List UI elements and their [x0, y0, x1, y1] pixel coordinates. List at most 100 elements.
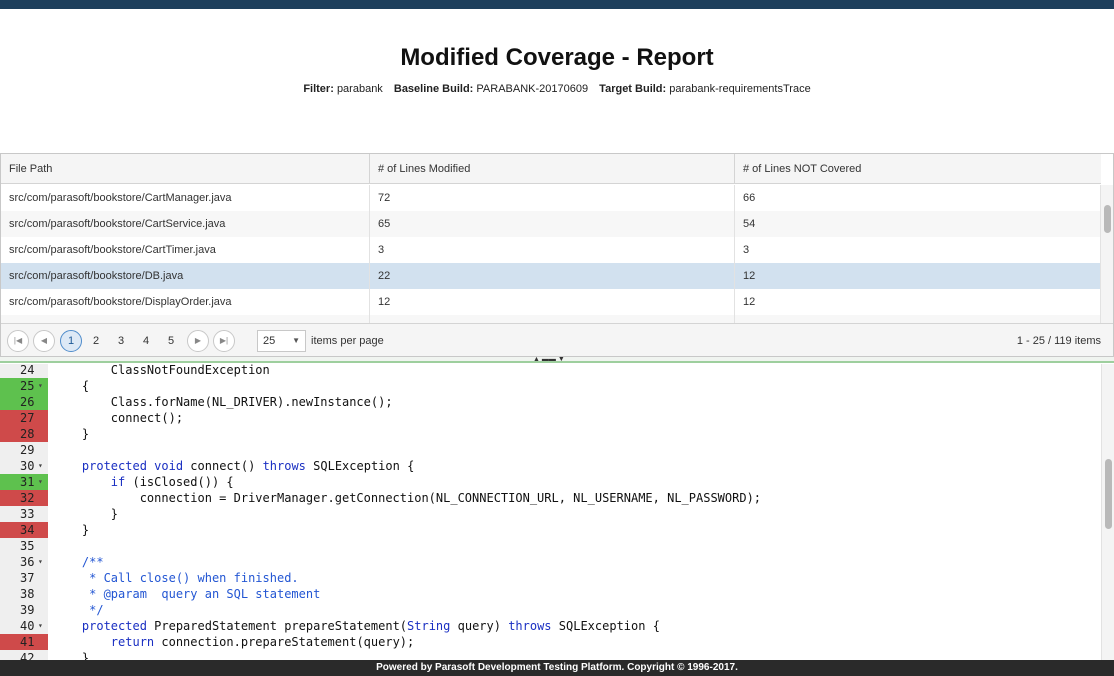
pane-splitter[interactable]: ▲ ▬▬ ▼ — [0, 356, 1114, 363]
code-line: 41 return connection.prepareStatement(qu… — [0, 634, 1100, 650]
lines-modified-cell: 3 — [370, 237, 735, 263]
line-number: 42 — [0, 650, 48, 660]
line-number: 25 ▾ — [0, 378, 48, 394]
line-number-text: 28 — [20, 427, 35, 441]
column-header-lines-modified[interactable]: # of Lines Modified — [370, 154, 735, 184]
fold-chevron-icon[interactable]: ▾ — [38, 474, 43, 490]
line-number-text: 42 — [20, 651, 35, 660]
splitter-grip-icon[interactable]: ▲ ▬▬ ▼ — [533, 356, 565, 363]
code-line: 42 } — [0, 650, 1100, 660]
last-page-button[interactable]: ▶| — [213, 330, 235, 352]
page-size-value: 25 — [263, 335, 276, 347]
page-5-button[interactable]: 5 — [160, 330, 182, 352]
line-number-text: 32 — [20, 491, 35, 505]
code-text: if (isClosed()) { — [110, 475, 234, 489]
code-line: 40 ▾ protected PreparedStatement prepareS… — [0, 618, 1100, 634]
page-2-button[interactable]: 2 — [85, 330, 107, 352]
column-header-file-path[interactable]: File Path — [1, 154, 370, 184]
fold-chevron-icon[interactable]: ▾ — [38, 618, 43, 634]
grid-scrollbar[interactable] — [1100, 185, 1113, 323]
code-text: * @param query an SQL statement — [53, 587, 321, 601]
page-size-select[interactable]: 25 ▼ — [257, 330, 306, 352]
table-row[interactable]: src/com/parasoft/bookstore/CartService.j… — [1, 211, 1101, 237]
table-row[interactable]: src/com/parasoft/bookstore/DisplayOrder.… — [1, 289, 1101, 315]
line-number-text: 30 — [20, 459, 35, 473]
code-text: { — [53, 379, 90, 393]
table-row[interactable]: src/com/parasoft/bookstore/CartManager.j… — [1, 185, 1101, 211]
code-text: ClassNotFoundException — [53, 364, 270, 377]
page-4-button[interactable]: 4 — [135, 330, 157, 352]
lines-not-covered-cell: 22 — [735, 315, 1101, 323]
line-number: 32 — [0, 490, 48, 506]
code-scrollbar[interactable] — [1101, 364, 1114, 660]
line-number: 30 ▾ — [0, 458, 48, 474]
fold-chevron-icon[interactable]: ▾ — [38, 458, 43, 474]
items-per-page-label: items per page — [311, 335, 384, 347]
lines-modified-cell: 22 — [370, 263, 735, 289]
file-path-cell: src/com/parasoft/bookstore/CartService.j… — [1, 211, 370, 237]
code-text: return connection.prepareStatement(query… — [110, 635, 415, 649]
lines-modified-cell: 65 — [370, 211, 735, 237]
lines-not-covered-cell: 12 — [743, 270, 756, 282]
file-path-cell: src/com/parasoft/bookstore/CartTimer.jav… — [1, 237, 370, 263]
lines-not-covered-cell: 54 — [743, 218, 756, 230]
lines-not-covered-cell: 66 — [743, 192, 756, 204]
fold-chevron-icon[interactable]: ▾ — [38, 554, 43, 570]
line-number: 36 ▾ — [0, 554, 48, 570]
code-text: } — [53, 507, 119, 521]
table-row[interactable]: src/com/parasoft/bookstore/DB.java 22 12 — [1, 263, 1101, 289]
code-line: 30 ▾ protected void connect() throws SQLE… — [0, 458, 1100, 474]
lines-modified-cell: 22 — [370, 315, 735, 323]
line-number: 24 — [0, 364, 48, 378]
line-number-text: 36 — [20, 555, 35, 569]
line-number: 39 — [0, 602, 48, 618]
code-scrollbar-thumb[interactable] — [1105, 459, 1112, 529]
target-value: parabank-requirementsTrace — [669, 83, 811, 95]
baseline-label: Baseline Build: — [393, 83, 474, 95]
line-number-text: 37 — [20, 571, 35, 585]
page-title: Modified Coverage - Report — [400, 44, 714, 71]
line-number: 28 — [0, 426, 48, 442]
column-header-lines-not-covered[interactable]: # of Lines NOT Covered — [735, 154, 1101, 184]
line-number-text: 31 — [20, 475, 35, 489]
next-page-button[interactable]: ▶ — [187, 330, 209, 352]
source-viewer: 24 ClassNotFoundException 25 ▾ {26 Class.f… — [0, 364, 1114, 660]
table-row[interactable]: src/com/parasoft/bookstore/CartTimer.jav… — [1, 237, 1101, 263]
code-line: 27 connect(); — [0, 410, 1100, 426]
line-number-text: 40 — [20, 619, 35, 633]
code-line: 38 * @param query an SQL statement — [0, 586, 1100, 602]
line-number: 37 — [0, 570, 48, 586]
line-number-text: 24 — [20, 364, 35, 377]
line-number: 38 — [0, 586, 48, 602]
grid-header: File Path # of Lines Modified # of Lines… — [1, 154, 1101, 184]
code-text: protected void connect() throws SQLExcep… — [81, 459, 415, 473]
line-number-text: 35 — [20, 539, 35, 553]
page-3-button[interactable]: 3 — [110, 330, 132, 352]
fold-chevron-icon[interactable]: ▾ — [38, 378, 43, 394]
line-number: 27 — [0, 410, 48, 426]
code-text: } — [53, 427, 90, 441]
code-line: 37 * Call close() when finished. — [0, 570, 1100, 586]
line-number: 29 — [0, 442, 48, 458]
report-meta: Filter: parabank Baseline Build: PARABAN… — [0, 83, 1114, 95]
table-row[interactable]: src/com/parasoft/bookstore/Item.java2222 — [1, 315, 1101, 323]
code-text: connection = DriverManager.getConnection… — [53, 491, 762, 505]
code-line: 24 ClassNotFoundException — [0, 364, 1100, 378]
grid-scrollbar-thumb[interactable] — [1104, 205, 1111, 233]
first-page-button[interactable]: |◀ — [7, 330, 29, 352]
code-text: Class.forName(NL_DRIVER).newInstance(); — [53, 395, 393, 409]
code-text: } — [53, 651, 90, 660]
target-label: Target Build: — [599, 83, 667, 95]
code-line: 28 } — [0, 426, 1100, 442]
code-line: 35 — [0, 538, 1100, 554]
lines-modified-cell: 72 — [370, 185, 735, 211]
filter-label: Filter: — [303, 83, 334, 95]
line-number-text: 34 — [20, 523, 35, 537]
code-text: /** — [53, 555, 104, 569]
line-number: 41 — [0, 634, 48, 650]
page-1-button[interactable]: 1 — [60, 330, 82, 352]
baseline-value: PARABANK-20170609 — [476, 83, 589, 95]
prev-page-button[interactable]: ◀ — [33, 330, 55, 352]
line-number-text: 29 — [20, 443, 35, 457]
pager: |◀ ◀ 12345 ▶ ▶| 25 ▼ items per page 1 - … — [1, 323, 1113, 356]
